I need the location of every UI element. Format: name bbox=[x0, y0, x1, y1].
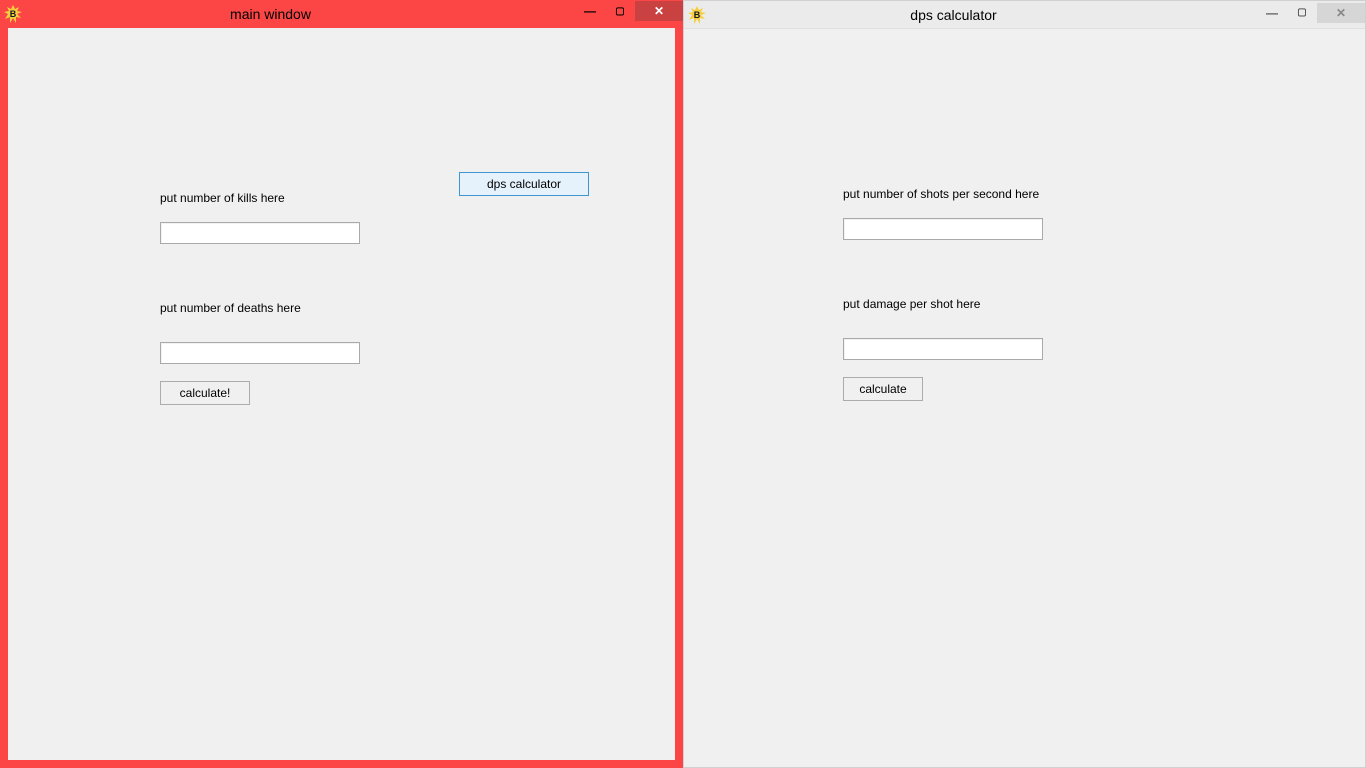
dps-window-client: put number of shots per second here put … bbox=[684, 29, 1365, 767]
dps-window-titlebar[interactable]: B dps calculator — ▢ ✕ bbox=[684, 1, 1365, 29]
main-window-title: main window bbox=[0, 6, 575, 22]
dps-window-controls: — ▢ ✕ bbox=[1257, 2, 1365, 24]
deaths-input[interactable] bbox=[160, 342, 360, 364]
dps-calculator-button[interactable]: dps calculator bbox=[459, 172, 589, 196]
main-window-client: put number of kills here dps calculator … bbox=[8, 28, 675, 760]
maximize-icon: ▢ bbox=[615, 6, 624, 17]
close-button[interactable]: ✕ bbox=[1317, 3, 1365, 23]
maximize-button[interactable]: ▢ bbox=[1287, 3, 1317, 23]
maximize-button[interactable]: ▢ bbox=[605, 1, 635, 21]
calculate-button[interactable]: calculate bbox=[843, 377, 923, 401]
maximize-icon: ▢ bbox=[1297, 7, 1306, 18]
calculate-button[interactable]: calculate! bbox=[160, 381, 250, 405]
minimize-button[interactable]: — bbox=[1257, 3, 1287, 23]
shots-label: put number of shots per second here bbox=[843, 187, 1039, 201]
main-window: B main window — ▢ ✕ put number of kills … bbox=[0, 0, 683, 768]
svg-text:B: B bbox=[10, 9, 17, 19]
damage-input[interactable] bbox=[843, 338, 1043, 360]
kills-input[interactable] bbox=[160, 222, 360, 244]
close-icon: ✕ bbox=[1336, 6, 1346, 20]
dps-window-title: dps calculator bbox=[650, 7, 1257, 23]
minimize-icon: — bbox=[584, 4, 596, 18]
damage-label: put damage per shot here bbox=[843, 297, 980, 311]
deaths-label: put number of deaths here bbox=[160, 301, 301, 315]
shots-input[interactable] bbox=[843, 218, 1043, 240]
kills-label: put number of kills here bbox=[160, 191, 285, 205]
svg-text:B: B bbox=[694, 10, 701, 20]
minimize-icon: — bbox=[1266, 6, 1278, 20]
main-window-titlebar[interactable]: B main window — ▢ ✕ bbox=[0, 0, 683, 28]
dps-window: B dps calculator — ▢ ✕ put number of sho… bbox=[683, 0, 1366, 768]
minimize-button[interactable]: — bbox=[575, 1, 605, 21]
